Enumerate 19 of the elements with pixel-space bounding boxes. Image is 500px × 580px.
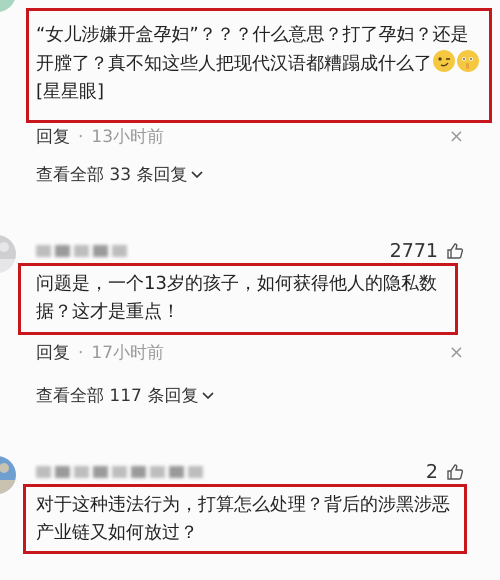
separator: ·: [78, 126, 84, 149]
like-count: 2771: [390, 239, 438, 263]
comment-text: 对于这种违法行为，打算怎么处理？背后的涉黑涉恶产业链又如何放过？: [36, 493, 451, 545]
thumbs-up-icon[interactable]: [446, 463, 464, 481]
timestamp: 17小时前: [91, 342, 164, 365]
reply-link[interactable]: 回复: [36, 339, 70, 367]
face-icon: [456, 49, 480, 73]
comment-text: “女儿涉嫌开盒孕妇”？？？什么意思？打了孕妇？还是开膛了？真不知这些人把现代汉语都糟蹋成什么了 [星星眼]: [36, 21, 481, 106]
winking-face-icon: [432, 49, 456, 73]
reply-link[interactable]: 回复: [36, 123, 70, 151]
timestamp: 13小时前: [91, 126, 164, 149]
like-count: 2: [426, 460, 438, 484]
separator: ·: [78, 342, 84, 365]
thumbs-up-icon[interactable]: [446, 242, 464, 260]
view-replies-link[interactable]: 查看全部 33 条回复: [36, 161, 204, 189]
chevron-down-icon[interactable]: [191, 171, 204, 179]
view-replies-link[interactable]: 查看全部 117 条回复: [36, 382, 214, 410]
chevron-down-icon[interactable]: [202, 392, 214, 400]
comment-text: 问题是，一个13岁的孩子，如何获得他人的隐私数据？这才是重点！: [36, 272, 438, 324]
